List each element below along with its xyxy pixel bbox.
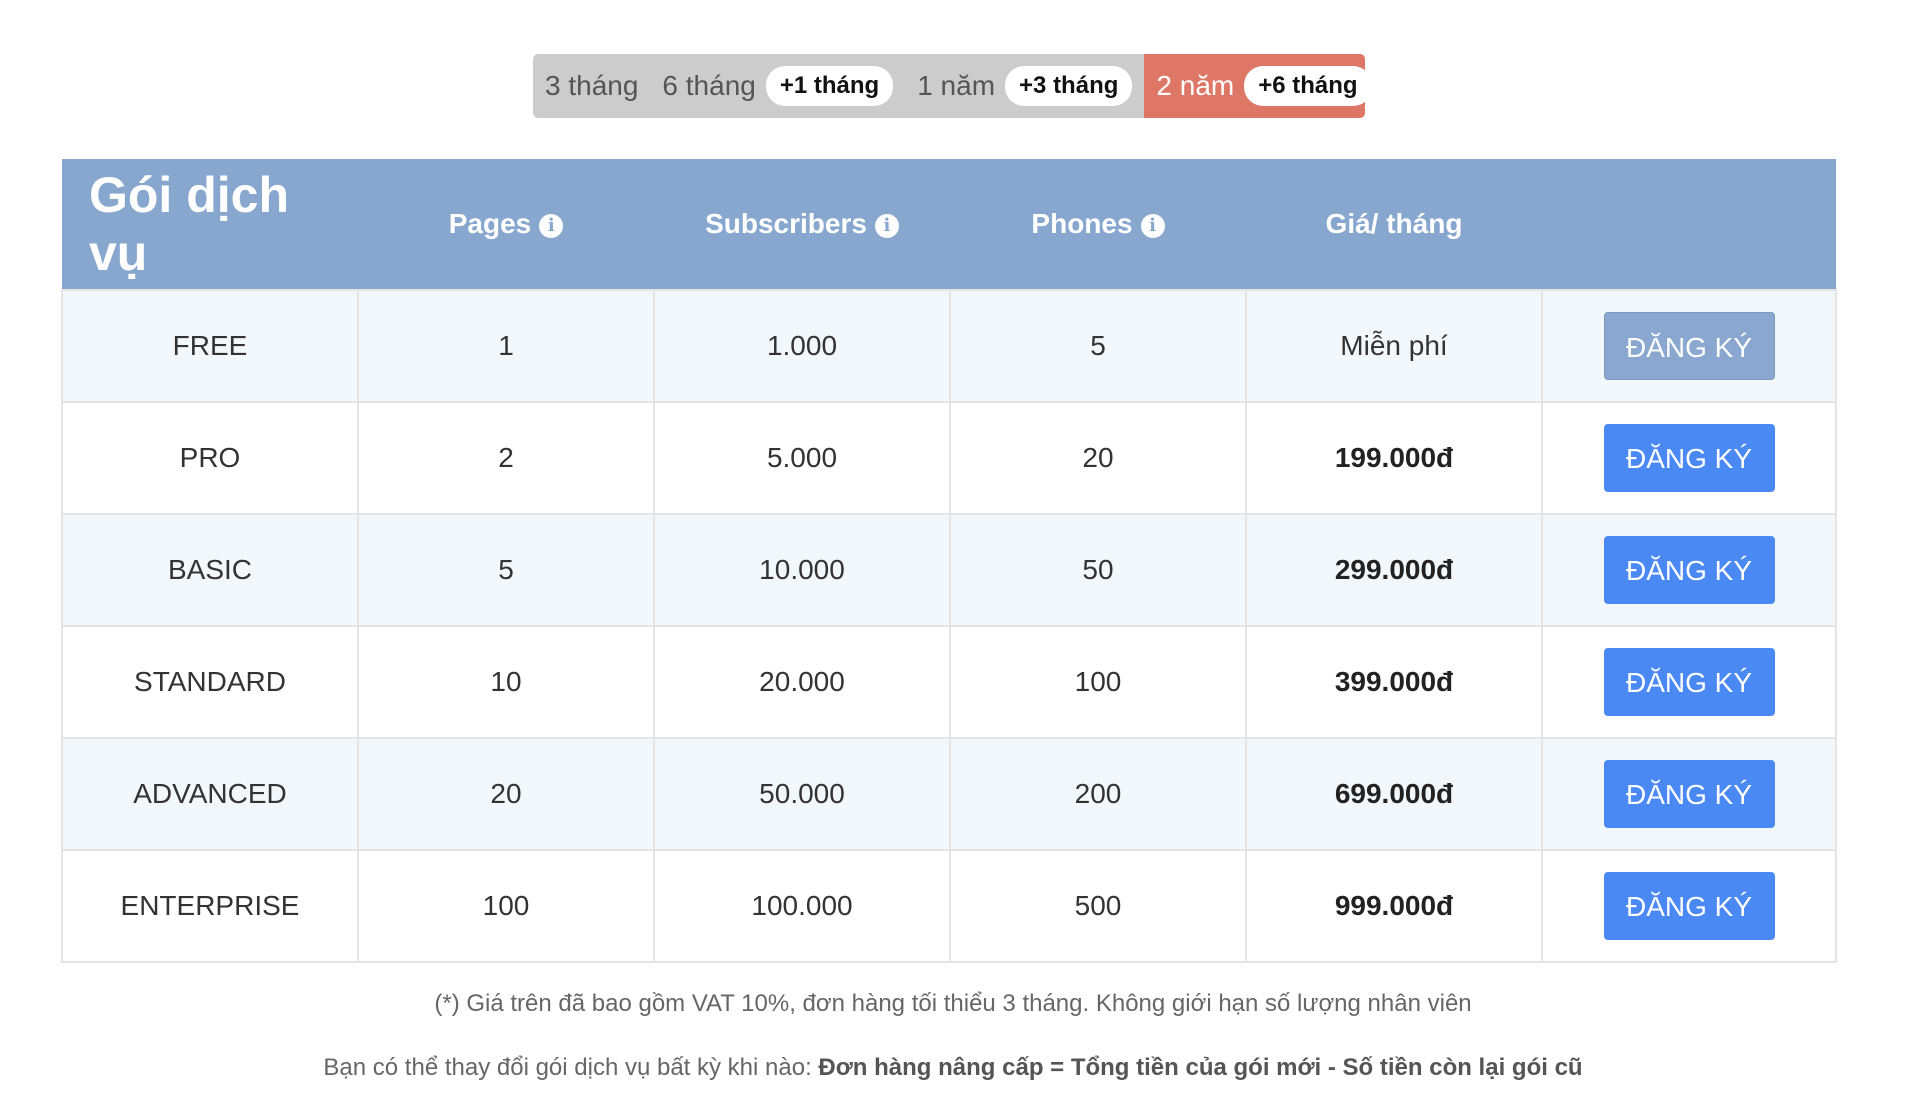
signup-button-free[interactable]: ĐĂNG KÝ (1603, 312, 1775, 380)
period-selector: 3 tháng 6 tháng +1 tháng 1 năm +3 tháng … (533, 54, 1365, 118)
plan-name: STANDARD (61, 625, 359, 739)
price-value: 699.000đ (1245, 737, 1543, 851)
action-cell: ĐĂNG KÝ (1541, 849, 1837, 963)
phones-value: 500 (949, 849, 1247, 963)
signup-button-enterprise[interactable]: ĐĂNG KÝ (1603, 872, 1775, 940)
period-label: 6 tháng (662, 70, 756, 101)
signup-button-basic[interactable]: ĐĂNG KÝ (1603, 536, 1775, 604)
phones-value: 20 (949, 401, 1247, 515)
column-header-price: Giá/ tháng (1246, 159, 1542, 290)
period-option-3-months[interactable]: 3 tháng (533, 54, 650, 118)
table-row-advanced: ADVANCED 20 50.000 200 699.000đ ĐĂNG KÝ (61, 737, 1837, 851)
table-header-row: Gói dịch vụ Pages i Subscribers i Phones i … (62, 159, 1836, 290)
signup-button-standard[interactable]: ĐĂNG KÝ (1603, 648, 1775, 716)
pages-value: 20 (357, 737, 655, 851)
column-header-pages: Pages i (358, 159, 654, 290)
phones-value: 200 (949, 737, 1247, 851)
signup-button-advanced[interactable]: ĐĂNG KÝ (1603, 760, 1775, 828)
period-bonus-badge: +3 tháng (1005, 66, 1133, 106)
pages-value: 1 (357, 289, 655, 403)
period-label: 3 tháng (545, 70, 639, 101)
pages-value: 10 (357, 625, 655, 739)
subscribers-value: 50.000 (653, 737, 951, 851)
column-header-phones: Phones i (950, 159, 1246, 290)
pages-value: 100 (357, 849, 655, 963)
upgrade-note: Bạn có thể thay đổi gói dịch vụ bất kỳ k… (0, 1054, 1906, 1082)
action-cell: ĐĂNG KÝ (1541, 737, 1837, 851)
plan-name: PRO (61, 401, 359, 515)
price-value: Miễn phí (1245, 289, 1543, 403)
upgrade-note-prefix: Bạn có thể thay đổi gói dịch vụ bất kỳ k… (323, 1054, 819, 1081)
info-icon[interactable]: i (1140, 213, 1165, 238)
subscribers-value: 100.000 (653, 849, 951, 963)
upgrade-formula: Đơn hàng nâng cấp = Tổng tiền của gói mớ… (818, 1054, 1583, 1081)
subscribers-value: 5.000 (653, 401, 951, 515)
price-value: 999.000đ (1245, 849, 1543, 963)
pages-value: 5 (357, 513, 655, 627)
plan-name: ENTERPRISE (61, 849, 359, 963)
period-bonus-badge: +6 tháng (1244, 66, 1365, 106)
vat-note: (*) Giá trên đã bao gồm VAT 10%, đơn hàn… (434, 990, 1472, 1017)
period-option-6-months[interactable]: 6 tháng +1 tháng (650, 54, 905, 118)
period-label: 2 năm (1156, 70, 1235, 101)
table-row-basic: BASIC 5 10.000 50 299.000đ ĐĂNG KÝ (61, 513, 1837, 627)
action-cell: ĐĂNG KÝ (1541, 513, 1837, 627)
table-row-free: FREE 1 1.000 5 Miễn phí ĐĂNG KÝ (61, 289, 1837, 403)
table-row-enterprise: ENTERPRISE 100 100.000 500 999.000đ ĐĂNG… (61, 849, 1837, 963)
signup-button-pro[interactable]: ĐĂNG KÝ (1603, 424, 1775, 492)
plan-name: FREE (61, 289, 359, 403)
table-row-pro: PRO 2 5.000 20 199.000đ ĐĂNG KÝ (61, 401, 1837, 515)
subscribers-value: 1.000 (653, 289, 951, 403)
phones-value: 5 (949, 289, 1247, 403)
action-cell: ĐĂNG KÝ (1541, 625, 1837, 739)
column-header-subscribers: Subscribers i (654, 159, 950, 290)
price-value: 299.000đ (1245, 513, 1543, 627)
price-value: 199.000đ (1245, 401, 1543, 515)
column-header-label: Phones (1031, 208, 1133, 239)
pages-value: 2 (357, 401, 655, 515)
phones-value: 100 (949, 625, 1247, 739)
plan-name: ADVANCED (61, 737, 359, 851)
period-option-2-years[interactable]: 2 năm +6 tháng (1144, 54, 1365, 118)
subscribers-value: 20.000 (653, 625, 951, 739)
column-header-action (1542, 159, 1836, 290)
table-row-standard: STANDARD 10 20.000 100 399.000đ ĐĂNG KÝ (61, 625, 1837, 739)
info-icon[interactable]: i (874, 213, 899, 238)
table-title: Gói dịch vụ (62, 159, 358, 290)
period-option-1-year[interactable]: 1 năm +3 tháng (905, 54, 1144, 118)
period-bonus-badge: +1 tháng (765, 66, 894, 106)
period-label: 1 năm (917, 70, 996, 101)
phones-value: 50 (949, 513, 1247, 627)
action-cell: ĐĂNG KÝ (1541, 289, 1837, 403)
pricing-table: Gói dịch vụ Pages i Subscribers i Phones i … (61, 159, 1837, 963)
column-header-label: Subscribers (705, 208, 867, 239)
column-header-label: Pages (448, 208, 532, 239)
action-cell: ĐĂNG KÝ (1541, 401, 1837, 515)
price-value: 399.000đ (1245, 625, 1543, 739)
plan-name: BASIC (61, 513, 359, 627)
subscribers-value: 10.000 (653, 513, 951, 627)
info-icon[interactable]: i (539, 213, 564, 238)
